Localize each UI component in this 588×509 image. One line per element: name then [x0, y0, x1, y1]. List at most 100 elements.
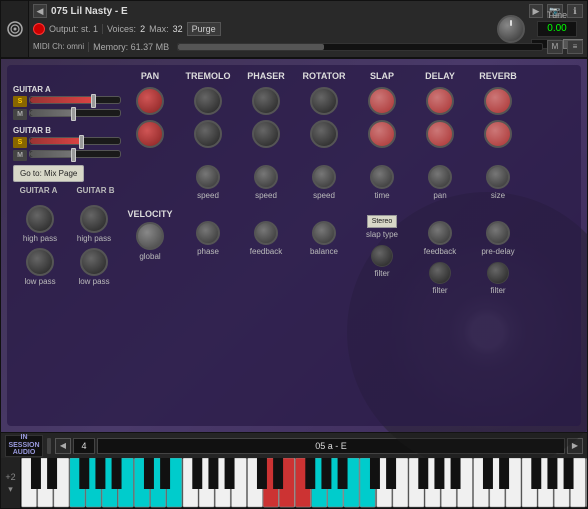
settings-btn[interactable]: M — [547, 40, 563, 54]
reverb-knob-b[interactable] — [484, 120, 512, 148]
guitar-a-label: GUITAR A — [13, 85, 121, 94]
guitar-b-ctrl-col: GUITAR B — [70, 186, 121, 195]
reverb-size-col: size — [469, 165, 527, 201]
guitar-b-highpass-lbl: high pass — [77, 235, 111, 244]
delay-pan-col: pan — [411, 165, 469, 201]
guitar-a-pan[interactable] — [29, 109, 121, 117]
pan-knob-b[interactable] — [136, 120, 164, 148]
phaser-fb-col: feedback — [237, 205, 295, 296]
phaser-feedback-knob[interactable] — [254, 221, 278, 245]
delay-filter-knob[interactable] — [429, 262, 451, 284]
tremolo-knob-a[interactable] — [194, 87, 222, 115]
purge-btn[interactable]: Purge — [187, 22, 221, 36]
guitar-a-lowpass-knob[interactable] — [26, 248, 54, 276]
rotator-balance-col: balance — [295, 205, 353, 296]
plugin-body: PAN TREMOLO PHASER ROTATOR SLAP DELAY RE… — [1, 59, 587, 432]
pan-mid-col — [121, 165, 179, 201]
guitar-b-mute[interactable]: M — [13, 150, 27, 161]
slap-time-col: time — [353, 165, 411, 201]
octave-up-btn[interactable]: +2 — [5, 472, 15, 482]
prev-btn[interactable]: ◀ — [33, 4, 47, 18]
record-btn[interactable] — [33, 23, 45, 35]
guitar-b-lowpass-knob[interactable] — [80, 248, 108, 276]
slap-time-label: time — [374, 192, 389, 201]
footer-divider — [47, 438, 51, 454]
delay-pan-knob[interactable] — [428, 165, 452, 189]
instrument-name: 075 Lil Nasty - E — [51, 6, 525, 17]
logo-area — [1, 1, 29, 57]
phaser-knob-b[interactable] — [252, 120, 280, 148]
header-row-3: MIDI Ch: omni Memory: 61.37 MB M ≡ — [33, 39, 583, 56]
fx-delay-col — [411, 85, 469, 161]
slap-filter-label: filter — [374, 270, 389, 279]
preset-prev-btn[interactable]: ◀ — [55, 438, 71, 454]
rotator-speed-col: speed — [295, 165, 353, 201]
piano-bar: +2 ▾ — [1, 458, 587, 508]
guitar-b-pan[interactable] — [29, 150, 121, 158]
guitar-a-highpass-lbl: high pass — [23, 235, 57, 244]
fx-header: PAN TREMOLO PHASER ROTATOR SLAP DELAY RE… — [13, 71, 575, 81]
guitar-b-highpass-knob[interactable] — [80, 205, 108, 233]
header-row-2: Output: st. 1 Voices: 2 Max: 32 Purge Tu… — [33, 21, 583, 38]
guitar-b-fader[interactable] — [29, 137, 121, 145]
guitar-a-knobs: high pass low pass — [13, 205, 67, 296]
plugin-logo-icon — [6, 20, 24, 38]
guitar-a-highpass-knob[interactable] — [26, 205, 54, 233]
perf-btn[interactable]: ≡ — [567, 40, 583, 54]
main-panel: PAN TREMOLO PHASER ROTATOR SLAP DELAY RE… — [7, 65, 581, 426]
guitar-b-solo[interactable]: S — [13, 137, 27, 148]
rotator-speed-knob[interactable] — [312, 165, 336, 189]
slap-filter-knob[interactable] — [371, 245, 393, 267]
guitar-b-strip: GUITAR B S M — [13, 126, 121, 161]
tremolo-speed-knob[interactable] — [196, 165, 220, 189]
phaser-speed-knob[interactable] — [254, 165, 278, 189]
keys-area[interactable] — [21, 458, 587, 508]
pan-knob-a[interactable] — [136, 87, 164, 115]
phaser-feedback-label: feedback — [250, 248, 282, 257]
tremolo-knob-b[interactable] — [194, 120, 222, 148]
reverb-size-knob[interactable] — [486, 165, 510, 189]
stereo-btn[interactable]: Stereo — [367, 215, 398, 228]
rotator-balance-knob[interactable] — [312, 221, 336, 245]
reverb-knob-a[interactable] — [484, 87, 512, 115]
slap-time-knob[interactable] — [370, 165, 394, 189]
phaser-knob-a[interactable] — [252, 87, 280, 115]
plugin-footer: IN SESSION AUDIO ◀ 4 05 a - E ▶ — [1, 432, 587, 458]
reverb-size-label: size — [491, 192, 505, 201]
go-mix-btn[interactable]: Go to: Mix Page — [13, 165, 84, 182]
tune-label: Tune — [547, 10, 567, 20]
guitar-a-ctrl-label: GUITAR A — [20, 186, 58, 195]
master-volume-knob[interactable] — [497, 15, 525, 43]
delay-feedback-knob[interactable] — [428, 221, 452, 245]
voices-label: Voices: — [107, 24, 136, 34]
velocity-global-label: global — [139, 253, 160, 262]
delay-pan-label: pan — [433, 192, 446, 201]
top-header: ◀ 075 Lil Nasty - E ▶ 📷 ℹ Output: st. 1 … — [1, 1, 587, 59]
slap-knob-a[interactable] — [368, 87, 396, 115]
delay-feedback-label: feedback — [424, 248, 456, 257]
in-session-logo: IN SESSION AUDIO — [5, 435, 43, 457]
delay-knob-b[interactable] — [426, 120, 454, 148]
col-tremolo: TREMOLO — [179, 71, 237, 81]
guitar-a-solo[interactable]: S — [13, 96, 27, 107]
preset-name: 05 a - E — [97, 438, 565, 454]
mid-section-row: Go to: Mix Page GUITAR A GUITAR B — [13, 165, 575, 201]
octave-down-icon[interactable]: ▾ — [8, 484, 13, 495]
logo-text: IN SESSION AUDIO — [8, 434, 39, 457]
rotator-knob-a[interactable] — [310, 87, 338, 115]
delay-knob-a[interactable] — [426, 87, 454, 115]
phaser-phase-knob[interactable] — [196, 221, 220, 245]
max-val: 32 — [173, 24, 183, 34]
velocity-global-knob[interactable] — [136, 222, 164, 250]
slap-knob-b[interactable] — [368, 120, 396, 148]
piano-side-controls: +2 ▾ — [1, 458, 21, 508]
rotator-knob-b[interactable] — [310, 120, 338, 148]
guitar-a-mute[interactable]: M — [13, 109, 27, 120]
reverb-predelay-knob[interactable] — [486, 221, 510, 245]
preset-next-btn[interactable]: ▶ — [567, 438, 583, 454]
reverb-filter-knob[interactable] — [487, 262, 509, 284]
fx-bottom-row: VELOCITY global phase feedback — [121, 205, 527, 296]
rotator-speed-label: speed — [313, 192, 335, 201]
top-fx-row: GUITAR A S M — [13, 85, 575, 161]
guitar-a-fader[interactable] — [29, 96, 121, 104]
